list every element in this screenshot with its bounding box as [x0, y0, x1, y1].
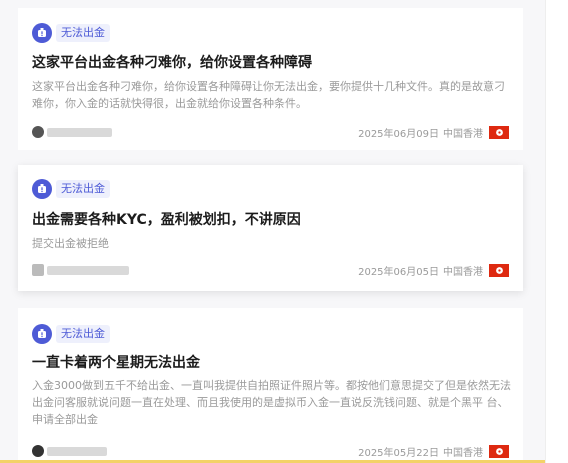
category-label: 无法出金	[56, 325, 110, 343]
complaint-feed: 无法出金 这家平台出金各种刁难你，给你设置各种障碍 这家平台出金各种刁难你，给你…	[0, 0, 545, 463]
hong-kong-flag-icon	[489, 125, 509, 139]
category-badge: 无法出金	[32, 179, 110, 199]
avatar	[32, 126, 44, 138]
blurred-username	[47, 127, 112, 137]
hazard-icon	[32, 23, 52, 43]
user-info	[32, 264, 129, 276]
complaint-title[interactable]: 一直卡着两个星期无法出金	[32, 354, 200, 372]
complaint-description: 这家平台出金各种刁难你，给你设置各种障碍让你无法出金，要你提供十几种文件。真的是…	[32, 80, 505, 110]
category-label: 无法出金	[56, 24, 110, 42]
complaint-meta: 2025年05月22日 中国香港	[358, 444, 509, 459]
right-panel-edge	[545, 0, 568, 463]
blurred-username	[47, 265, 129, 275]
complaint-region: 中国香港	[443, 128, 483, 140]
user-info	[32, 126, 112, 138]
hong-kong-flag-icon	[489, 263, 509, 277]
avatar	[32, 264, 44, 276]
hong-kong-flag-icon	[489, 444, 509, 458]
hazard-icon	[32, 324, 52, 344]
complaint-date: 2025年06月09日	[358, 128, 439, 140]
complaint-title[interactable]: 这家平台出金各种刁难你，给你设置各种障碍	[32, 54, 312, 72]
complaint-meta: 2025年06月05日 中国香港	[358, 263, 509, 278]
category-badge: 无法出金	[32, 23, 110, 43]
complaint-region: 中国香港	[443, 266, 483, 278]
complaint-meta: 2025年06月09日 中国香港	[358, 125, 509, 140]
complaint-description: 入金3000做到五千不给出金、一直叫我提供自拍照证件照片等。都按他们意思提交了但…	[32, 379, 511, 426]
category-label: 无法出金	[56, 180, 110, 198]
complaint-description: 提交出金被拒绝	[32, 237, 109, 250]
user-info	[32, 445, 107, 457]
complaint-card[interactable]: 无法出金 出金需要各种KYC，盈利被划扣，不讲原因 提交出金被拒绝 2025年0…	[18, 165, 523, 291]
complaint-date: 2025年05月22日	[358, 447, 439, 459]
blurred-username	[47, 446, 107, 456]
complaint-date: 2025年06月05日	[358, 266, 439, 278]
category-badge: 无法出金	[32, 324, 110, 344]
complaint-card[interactable]: 无法出金 这家平台出金各种刁难你，给你设置各种障碍 这家平台出金各种刁难你，给你…	[18, 8, 523, 150]
hazard-icon	[32, 179, 52, 199]
complaint-title[interactable]: 出金需要各种KYC，盈利被划扣，不讲原因	[32, 211, 301, 229]
complaint-card[interactable]: 无法出金 一直卡着两个星期无法出金 入金3000做到五千不给出金、一直叫我提供自…	[18, 308, 523, 460]
complaint-region: 中国香港	[443, 447, 483, 459]
avatar	[32, 445, 44, 457]
